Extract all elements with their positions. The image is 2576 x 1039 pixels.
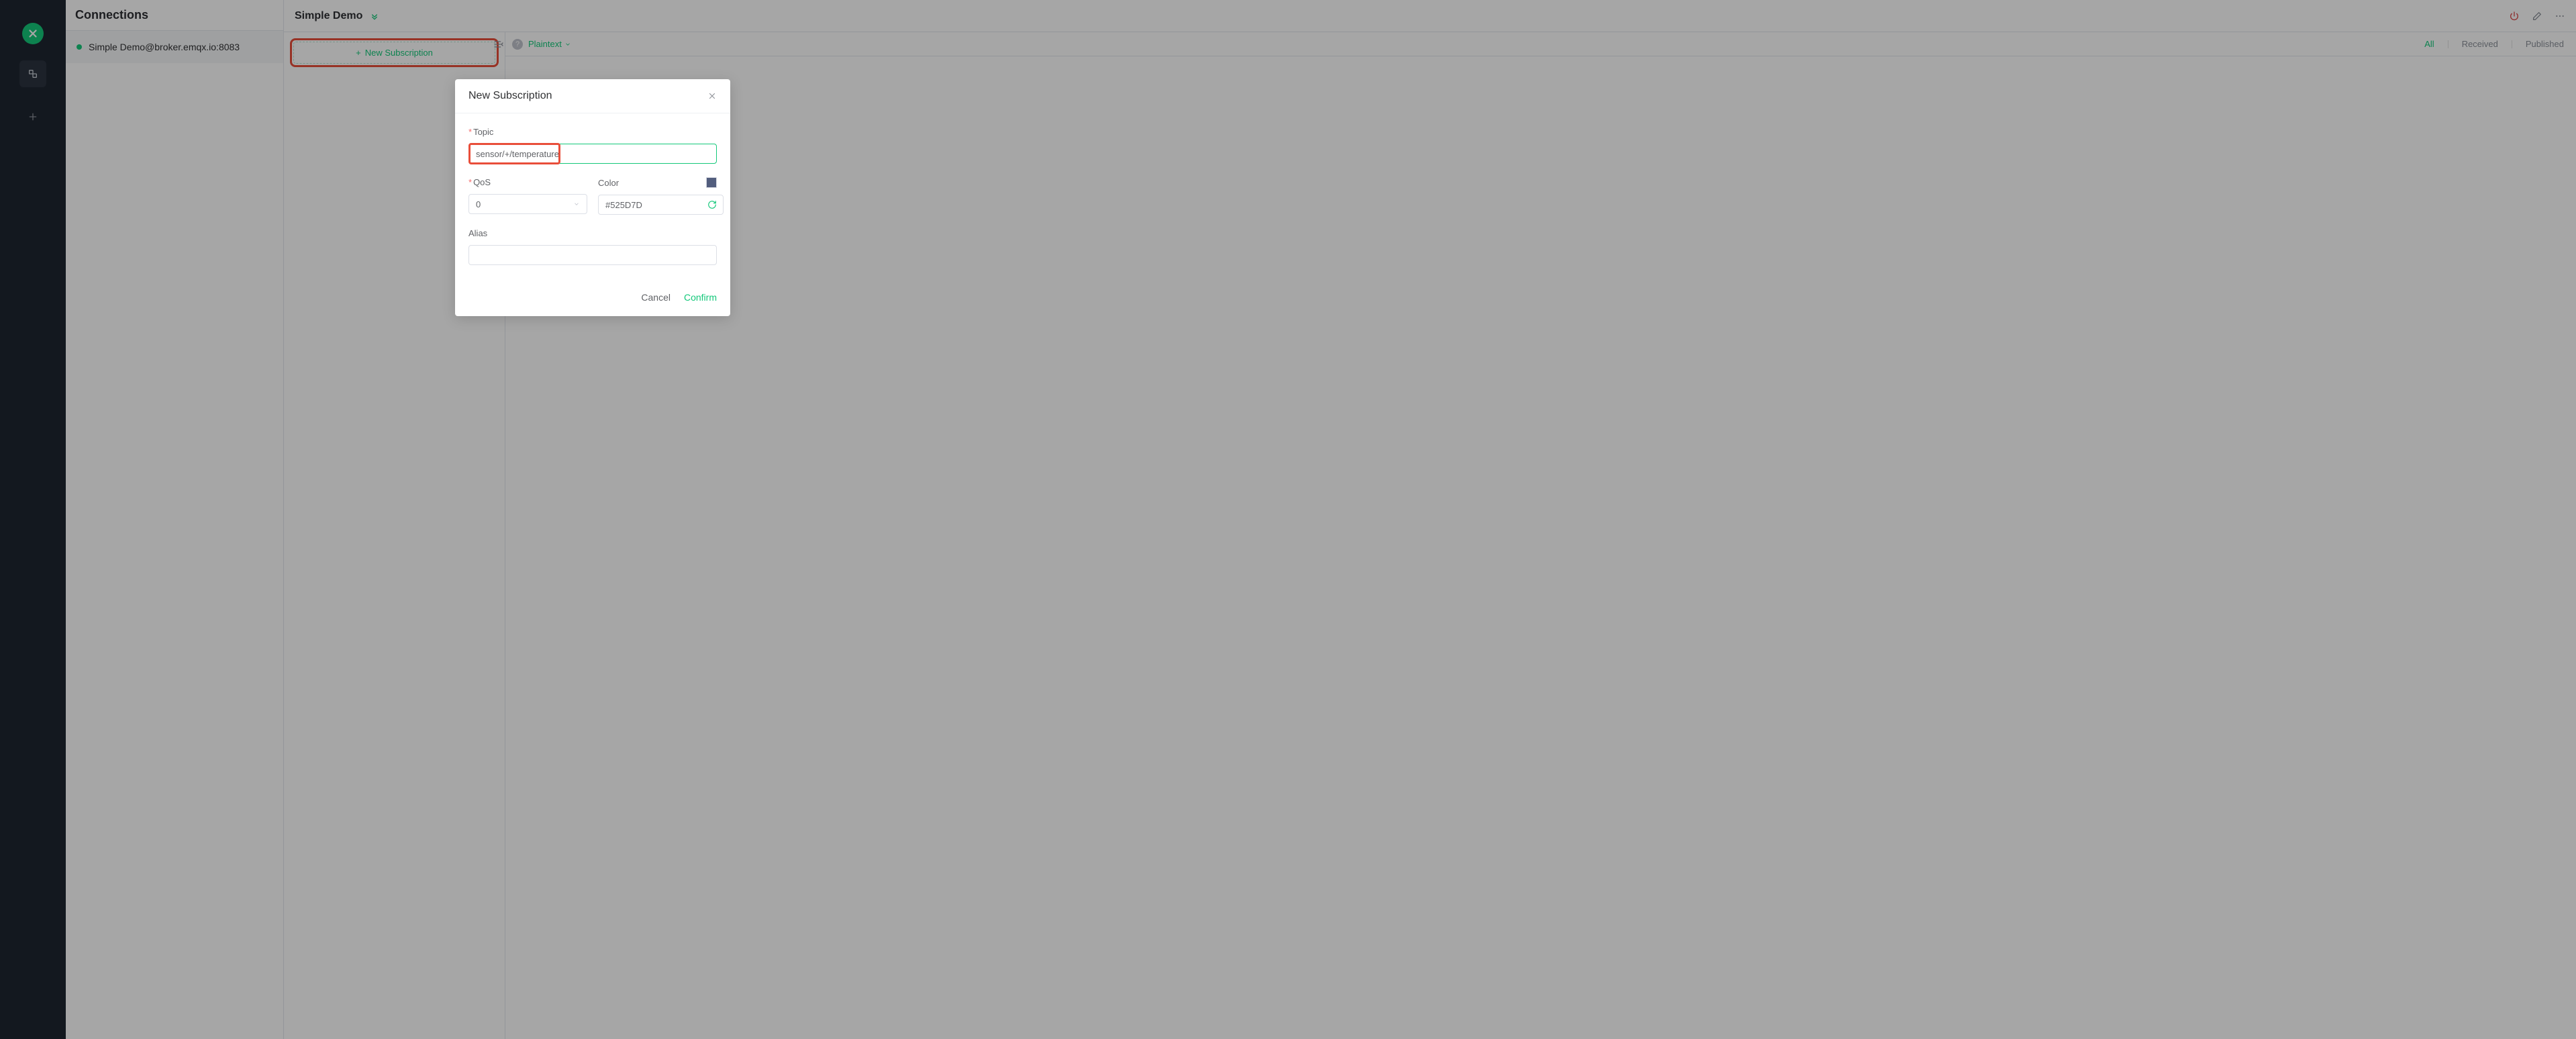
app-logo [22, 23, 44, 44]
color-label: Color [598, 177, 717, 188]
color-swatch[interactable] [706, 177, 717, 188]
cancel-button[interactable]: Cancel [641, 292, 671, 303]
close-icon[interactable] [707, 91, 717, 101]
refresh-color-icon[interactable] [707, 200, 717, 209]
topic-label: *Topic [468, 127, 717, 137]
topic-input[interactable] [468, 144, 717, 164]
nav-sidebar [0, 0, 66, 1039]
chevron-down-icon [573, 201, 580, 207]
qos-select[interactable]: 0 [468, 194, 587, 214]
nav-connections[interactable] [19, 60, 46, 87]
new-subscription-modal: New Subscription *Topic *QoS 0 [455, 79, 730, 316]
alias-input[interactable] [468, 245, 717, 265]
alias-label: Alias [468, 228, 717, 238]
modal-overlay[interactable] [66, 0, 2576, 1039]
qos-label: *QoS [468, 177, 587, 187]
color-input[interactable] [598, 195, 724, 215]
modal-title: New Subscription [468, 90, 552, 102]
nav-new-connection[interactable] [19, 103, 46, 130]
app-main: Connections Simple Demo@broker.emqx.io:8… [66, 0, 2576, 1039]
confirm-button[interactable]: Confirm [684, 292, 717, 303]
